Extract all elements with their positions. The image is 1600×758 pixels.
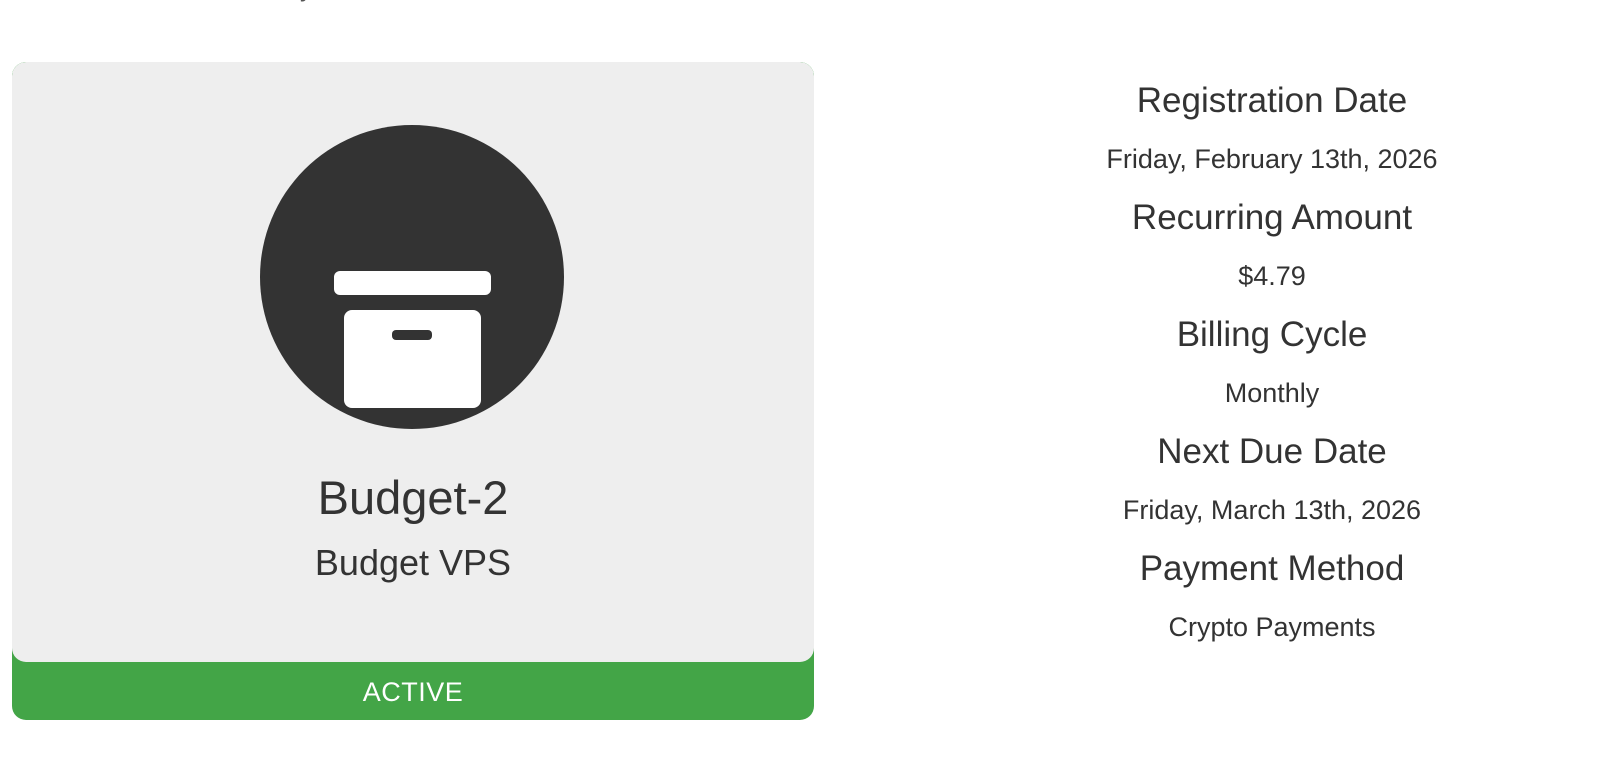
payment-method-value: Crypto Payments xyxy=(1168,612,1376,642)
product-status-card: Budget-2 Budget VPS ACTIVE xyxy=(12,62,814,720)
product-info-panel: Budget-2 Budget VPS xyxy=(12,62,814,662)
archive-box-icon xyxy=(260,125,564,429)
recurring-amount-label: Recurring Amount xyxy=(1131,198,1413,237)
billing-cycle-label: Billing Cycle xyxy=(1176,315,1368,354)
recurring-amount-value: $4.79 xyxy=(1238,261,1306,291)
billing-details-list: Registration Date Friday, February 13th,… xyxy=(1030,78,1514,663)
registration-date-label: Registration Date xyxy=(1136,81,1408,120)
next-due-date-label: Next Due Date xyxy=(1157,432,1387,471)
billing-cycle-value: Monthly xyxy=(1224,378,1320,408)
product-group-name: Budget VPS xyxy=(314,542,512,583)
next-due-date-value: Friday, March 13th, 2026 xyxy=(1122,495,1422,525)
payment-method-label: Payment Method xyxy=(1139,549,1405,588)
status-badge: ACTIVE xyxy=(362,677,464,707)
product-name: Budget-2 xyxy=(317,471,509,524)
registration-date-value: Friday, February 13th, 2026 xyxy=(1106,144,1438,174)
service-details-page: y Budget-2 Budget VPS ACTIVE Registratio… xyxy=(0,0,1600,758)
clipped-heading-text: y xyxy=(300,0,313,3)
